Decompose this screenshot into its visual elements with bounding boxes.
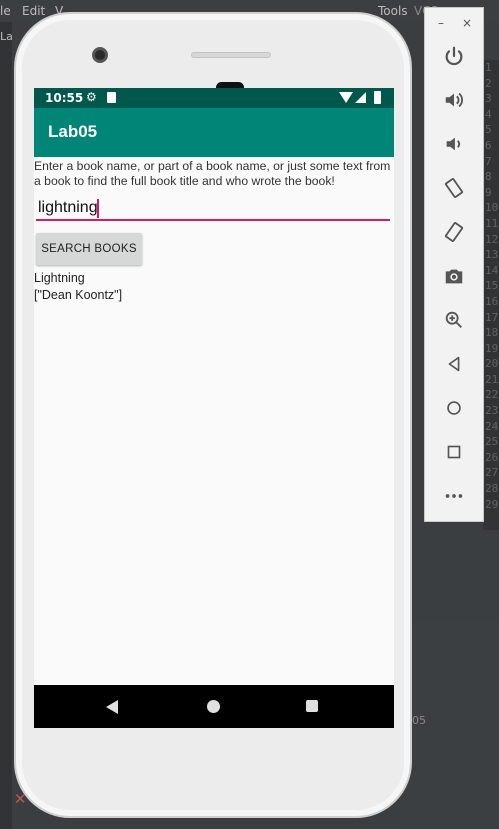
- book-search-input[interactable]: [36, 197, 390, 221]
- back-icon[interactable]: [439, 349, 469, 379]
- sd-card-icon: [107, 92, 116, 103]
- ide-left-strip: [0, 22, 12, 829]
- signal-icon: [355, 92, 366, 103]
- app-bar: Lab05: [34, 108, 394, 157]
- app-title: Lab05: [48, 122, 98, 141]
- menu-edit[interactable]: Edit: [22, 4, 45, 18]
- volume-down-icon[interactable]: [439, 129, 469, 159]
- nav-recents-icon[interactable]: [306, 700, 318, 712]
- search-books-button[interactable]: SEARCH BOOKS: [36, 233, 142, 265]
- volume-up-icon[interactable]: [439, 85, 469, 115]
- overview-icon[interactable]: [439, 437, 469, 467]
- phone-speaker-grille: [191, 52, 271, 58]
- device-screen: 10:55 ⚙ Lab05 Enter a book name, or part…: [34, 88, 394, 728]
- result-book-authors: ["Dean Koontz"]: [34, 288, 123, 302]
- menu-file[interactable]: le: [0, 4, 11, 18]
- nav-home-icon[interactable]: [207, 700, 220, 713]
- camera-icon[interactable]: [439, 261, 469, 291]
- ide-line-gutter: 1 2 3 4 5 6 7 8 9 10 11 12 13 14 15 16 17 18 19 20 21 22 23 24 2…: [483, 60, 499, 530]
- zoom-icon[interactable]: [439, 305, 469, 335]
- rotate-left-icon[interactable]: [439, 173, 469, 203]
- wifi-icon: [339, 92, 353, 103]
- status-bar: 10:55 ⚙: [34, 88, 394, 108]
- instructions-text: Enter a book name, or part of a book nam…: [34, 159, 391, 188]
- emulator-toolbar: – ×: [424, 7, 484, 522]
- status-time: 10:55: [45, 91, 84, 105]
- minimize-button[interactable]: –: [438, 16, 444, 30]
- ide-bottom-text: 05: [412, 714, 426, 727]
- menu-tools[interactable]: Tools: [378, 4, 408, 18]
- close-button[interactable]: ×: [462, 16, 472, 30]
- result-book-title: Lightning: [34, 271, 85, 285]
- battery-icon: [374, 91, 381, 104]
- nav-bar: [34, 685, 394, 728]
- ide-project-tab[interactable]: La: [0, 30, 13, 43]
- front-camera: [92, 47, 108, 63]
- nav-back-icon[interactable]: [106, 700, 118, 714]
- home-icon[interactable]: [439, 393, 469, 423]
- rotate-right-icon[interactable]: [439, 217, 469, 247]
- more-icon[interactable]: [439, 481, 469, 511]
- power-icon[interactable]: [439, 41, 469, 71]
- text-caret: [97, 199, 99, 218]
- gear-icon: ⚙: [86, 90, 97, 104]
